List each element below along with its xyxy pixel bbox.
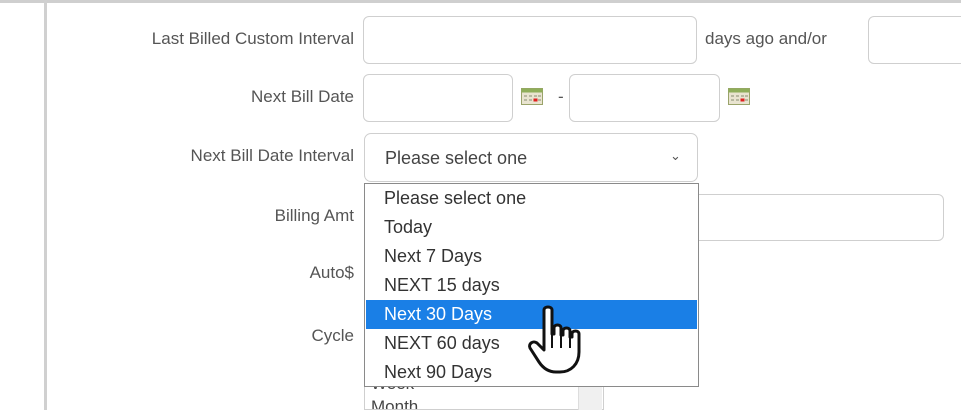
next-bill-date-end-input[interactable]	[569, 74, 720, 122]
cycle-label: Cycle	[311, 326, 354, 345]
list-item[interactable]: Month	[371, 397, 418, 409]
top-divider	[0, 0, 961, 3]
dropdown-option-next-15-days[interactable]: NEXT 15 days	[366, 271, 697, 300]
select-current-value: Please select one	[385, 148, 528, 168]
last-billed-custom-interval-input[interactable]	[363, 16, 697, 64]
auto-label: Auto$	[309, 263, 354, 282]
next-bill-date-interval-select[interactable]: Please select one ⌄	[364, 133, 698, 182]
date-range-separator: -	[558, 87, 564, 106]
dropdown-option-today[interactable]: Today	[366, 213, 697, 242]
last-billed-custom-interval-end-input[interactable]	[868, 16, 961, 64]
next-bill-date-interval-label: Next Bill Date Interval	[190, 146, 354, 165]
dropdown-option-please-select[interactable]: Please select one	[366, 184, 697, 213]
days-ago-text: days ago and/or	[705, 29, 827, 48]
left-panel-border	[44, 0, 47, 410]
dropdown-option-next-7-days[interactable]: Next 7 Days	[366, 242, 697, 271]
last-billed-custom-interval-label: Last Billed Custom Interval	[151, 29, 354, 48]
next-bill-date-start-input[interactable]	[363, 74, 513, 122]
billing-amt-input[interactable]	[690, 194, 944, 241]
calendar-icon[interactable]	[521, 88, 543, 105]
hand-pointer-cursor-icon	[528, 305, 581, 374]
calendar-icon[interactable]	[728, 88, 750, 105]
next-bill-date-label: Next Bill Date	[251, 87, 354, 106]
billing-amt-label: Billing Amt	[274, 206, 354, 225]
chevron-down-icon: ⌄	[670, 148, 681, 163]
